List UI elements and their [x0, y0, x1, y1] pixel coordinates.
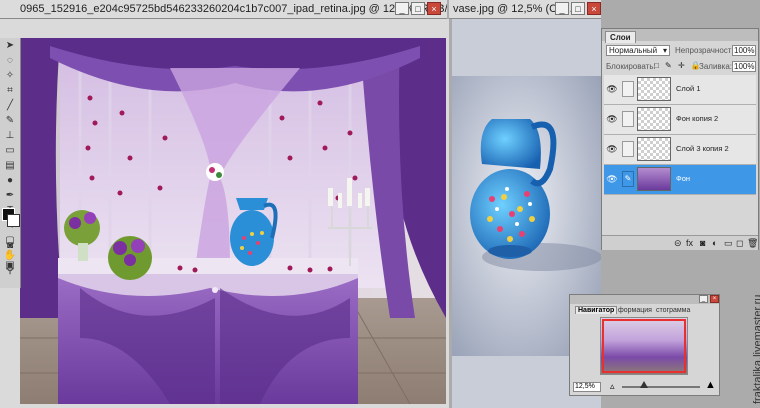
lock-icons[interactable]: □ ✎ ✛ 🔒 [654, 61, 703, 70]
opacity-value: 100% [734, 46, 755, 55]
stamp-tool-icon[interactable]: ⊥ [1, 129, 19, 143]
group-icon[interactable]: ▭ [724, 236, 733, 250]
eraser-tool-icon[interactable]: ▭ [1, 144, 19, 158]
zoom-out-icon[interactable]: ▵ [610, 381, 615, 392]
link-cell[interactable] [622, 81, 634, 97]
layer-style-icon[interactable]: fx [686, 236, 693, 250]
new-layer-icon[interactable]: ◻ [736, 236, 743, 250]
layer-row[interactable]: 👁 Слой 3 копия 2 [604, 135, 756, 165]
eye-icon[interactable]: 👁 [606, 173, 618, 185]
left-window-titlebar[interactable]: 0965_152916_e204c95725bd546233260204c1b7… [0, 0, 447, 19]
opacity-label: Непрозрачность: [675, 46, 738, 55]
watermark: fraktalika.livemaster.ru [752, 294, 760, 404]
pen-tool-icon[interactable]: ✒ [1, 189, 19, 203]
navigator-panel: _ × Навигатор формация стограмма 12,5% ▵… [569, 294, 720, 396]
layer-name: Фон копия 2 [676, 114, 719, 123]
tab-info[interactable]: формация [618, 307, 652, 314]
fill-label: Заливка: [699, 62, 733, 71]
lock-label: Блокировать: [606, 62, 656, 71]
zoom-in-icon[interactable]: ▲ [705, 379, 716, 391]
link-cell[interactable] [622, 141, 634, 157]
layers-footer: ⊝ fx ◙ ◐ ▭ ◻ 🗑 [602, 235, 758, 250]
adjustment-icon[interactable]: ◐ [712, 236, 717, 250]
link-layers-icon[interactable]: ⊝ [674, 236, 682, 250]
link-cell[interactable] [622, 111, 634, 127]
right-window-titlebar[interactable]: vase.jpg @ 12,5% (Сл... _ □ × [449, 0, 601, 19]
gradient-tool-icon[interactable]: ▤ [1, 159, 19, 173]
opacity-field[interactable]: 100% [732, 45, 756, 56]
tab-histogram[interactable]: стограмма [656, 307, 690, 314]
minimize-button[interactable]: _ [555, 2, 569, 15]
mask-icon[interactable]: ◙ [700, 236, 705, 250]
minimize-button[interactable]: _ [699, 295, 708, 303]
eyedropper-tool-icon[interactable]: ╱ [1, 99, 19, 113]
wand-tool-icon[interactable]: ✧ [1, 69, 19, 83]
fill-value: 100% [734, 62, 755, 71]
eye-icon[interactable]: 👁 [606, 83, 618, 95]
zoom-value: 12,5% [575, 383, 595, 390]
move-tool-icon[interactable]: ➤ [1, 39, 19, 53]
layer-name: Слой 3 копия 2 [676, 144, 729, 153]
tab-layers[interactable]: Слои [605, 31, 636, 43]
eye-icon[interactable]: 👁 [606, 113, 618, 125]
minimize-button[interactable]: _ [395, 2, 409, 15]
chevron-down-icon: ▾ [662, 46, 667, 55]
close-button[interactable]: × [587, 2, 601, 15]
navigator-preview[interactable] [600, 317, 688, 375]
screen-mode-icon[interactable]: ▣ [1, 259, 19, 273]
maximize-button[interactable]: □ [571, 2, 585, 15]
layer-row-selected[interactable]: 👁 ✎ Фон [604, 165, 756, 195]
layer-thumbnail [637, 137, 671, 161]
layer-thumbnail [637, 77, 671, 101]
blend-mode-select[interactable]: Нормальный ▾ [606, 45, 670, 56]
background-color-swatch[interactable] [7, 214, 20, 227]
fill-field[interactable]: 100% [732, 61, 756, 72]
toolbox-panel: ➤ ◌ ✧ ⌗ ╱ ✎ ⊥ ▭ ▤ ● ✒ T ↖ ▢ ✋ ⚲ ◙ ▣ [0, 38, 21, 288]
layer-row[interactable]: 👁 Слой 1 [604, 75, 756, 105]
zoom-field[interactable]: 12,5% [573, 382, 601, 392]
quick-mask-icon[interactable]: ◙ [1, 239, 19, 253]
tab-navigator[interactable]: Навигатор [575, 306, 618, 314]
maximize-button[interactable]: □ [411, 2, 425, 15]
layer-name: Фон [676, 174, 691, 183]
lasso-tool-icon[interactable]: ◌ [1, 54, 19, 68]
left-document-canvas[interactable] [20, 38, 446, 404]
crop-tool-icon[interactable]: ⌗ [1, 84, 19, 98]
zoom-slider-thumb[interactable] [640, 381, 648, 388]
brush-tool-icon[interactable]: ✎ [1, 114, 19, 128]
navigator-titlebar[interactable] [570, 295, 719, 304]
layer-thumbnail [637, 107, 671, 131]
eye-icon[interactable]: 👁 [606, 143, 618, 155]
layers-panel: Слои Нормальный ▾ Непрозрачность: 100% Б… [601, 28, 759, 250]
dodge-tool-icon[interactable]: ● [1, 174, 19, 188]
left-window-title: 0965_152916_e204c95725bd546233260204c1b7… [20, 3, 447, 15]
zoom-slider[interactable] [622, 386, 700, 388]
layer-name: Слой 1 [676, 84, 701, 93]
blend-mode-value: Нормальный [609, 46, 658, 55]
layer-row[interactable]: 👁 Фон копия 2 [604, 105, 756, 135]
layer-thumbnail [637, 167, 671, 191]
navigator-view-rectangle[interactable] [602, 319, 686, 373]
brush-link-icon[interactable]: ✎ [622, 171, 634, 187]
close-button[interactable]: × [427, 2, 441, 15]
close-button[interactable]: × [710, 295, 719, 303]
wedding-table-photo [20, 38, 446, 404]
trash-icon[interactable]: 🗑 [747, 236, 758, 250]
